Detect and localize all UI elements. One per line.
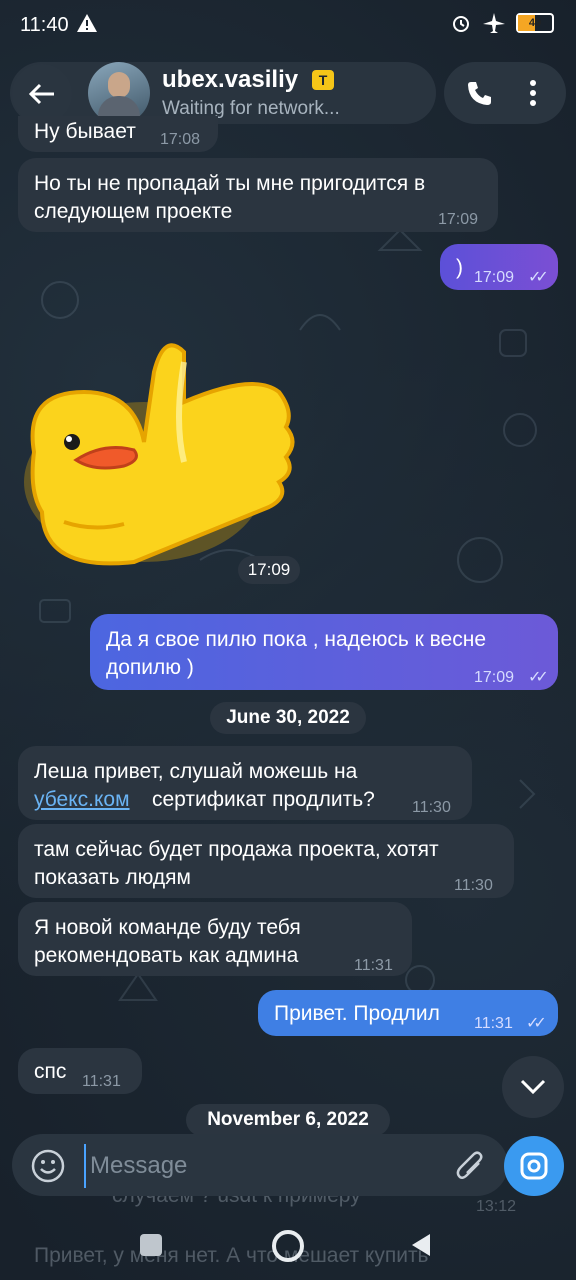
battery-icon: 49	[516, 13, 554, 33]
warning-icon	[77, 14, 97, 32]
nav-back-triangle-icon[interactable]	[410, 1232, 432, 1258]
message-outgoing[interactable]: Да я свое пилю пока , надеюсь к весне до…	[90, 614, 558, 690]
attach-button[interactable]	[446, 1142, 494, 1190]
nav-home-button[interactable]	[272, 1230, 304, 1262]
emoji-button[interactable]	[24, 1142, 72, 1190]
more-menu-button[interactable]	[508, 66, 558, 120]
phone-icon	[468, 82, 491, 105]
message-incoming[interactable]: спс 11:31	[18, 1048, 142, 1094]
call-button[interactable]	[452, 66, 506, 120]
read-ticks-icon: ✓✓	[528, 269, 549, 286]
nav-square-button[interactable]	[140, 1234, 162, 1256]
scroll-down-button[interactable]	[502, 1056, 564, 1118]
alarm-icon	[453, 16, 469, 32]
message-outgoing[interactable]: ) 17:09 ✓✓	[440, 244, 558, 290]
arrow-left-icon	[28, 83, 54, 105]
read-ticks-icon: ✓✓	[528, 669, 549, 686]
camera-button[interactable]	[504, 1136, 564, 1196]
message-incoming[interactable]: Леша привет, слушай можешь на убекс.ком …	[18, 746, 472, 820]
message-incoming[interactable]: Ну бывает 17:08	[18, 116, 218, 152]
status-time: 11:40	[20, 14, 69, 36]
avatar[interactable]	[88, 62, 150, 124]
premium-badge: T	[312, 70, 334, 90]
sticker-time: 17:09	[238, 556, 300, 584]
date-separator: June 30, 2022	[210, 702, 366, 734]
chevron-down-icon	[520, 1079, 546, 1095]
message-input[interactable]	[84, 1144, 452, 1188]
duck-thumbs-up-sticker[interactable]	[24, 332, 296, 572]
message-incoming[interactable]: там сейчас будет продажа проекта, хотят …	[18, 824, 514, 898]
back-button[interactable]	[12, 64, 72, 124]
date-separator: November 6, 2022	[186, 1104, 390, 1136]
camera-icon	[520, 1152, 548, 1180]
message-outgoing[interactable]: Привет. Продлил 11:31 ✓✓	[258, 990, 558, 1036]
message-incoming[interactable]: Я новой команде буду тебя рекомендовать …	[18, 902, 412, 976]
chat-title[interactable]: ubex.vasiliy	[162, 66, 298, 94]
message-link[interactable]: убекс.ком	[34, 786, 130, 814]
more-vertical-icon	[530, 80, 536, 106]
smile-icon	[31, 1149, 65, 1183]
read-ticks-icon: ✓✓	[526, 1015, 547, 1032]
status-bar: 11:40 49	[0, 0, 576, 52]
message-incoming[interactable]: Но ты не пропадай ты мне пригодится в сл…	[18, 158, 498, 232]
paperclip-icon	[456, 1151, 483, 1179]
airplane-mode-icon	[483, 13, 505, 33]
